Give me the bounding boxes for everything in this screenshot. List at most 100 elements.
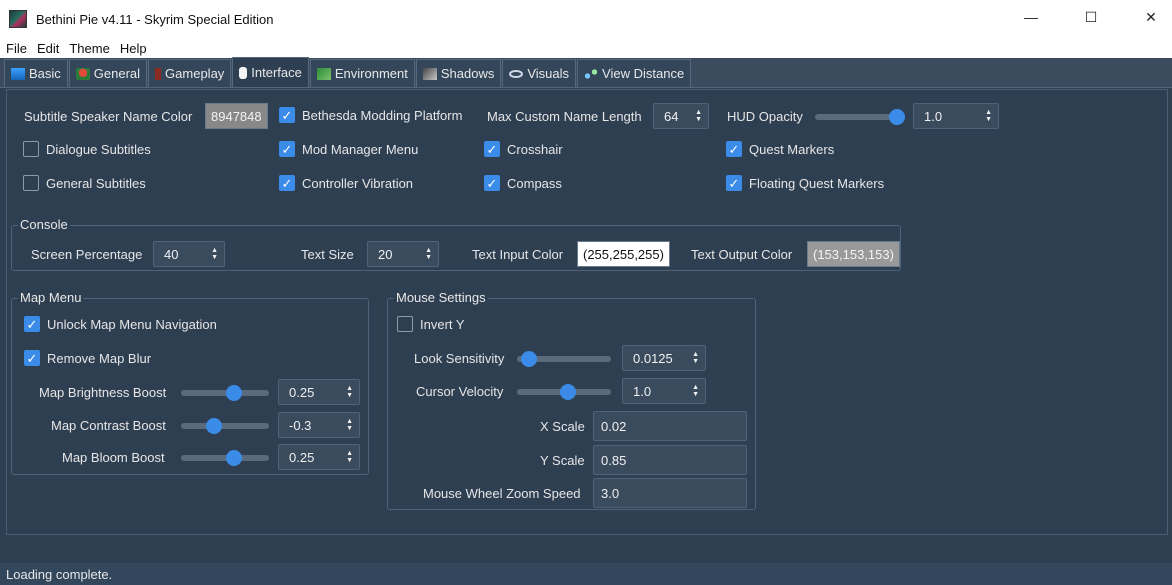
spinbox-value: 1.0 (633, 383, 652, 399)
map-brightness-spinbox[interactable]: 0.25 ▲ ▼ (278, 379, 360, 405)
slider-handle[interactable] (206, 418, 223, 434)
window-controls: — ☐ ✕ (1012, 0, 1172, 38)
menu-theme[interactable]: Theme (69, 41, 109, 56)
tab-label: Visuals (527, 66, 570, 81)
spin-arrows-icon[interactable]: ▲ ▼ (346, 450, 353, 464)
map-menu-group: Map Menu ✓ Unlock Map Menu Navigation ✓ … (11, 290, 369, 475)
text-input-color-swatch[interactable]: (255,255,255) (577, 241, 670, 267)
spin-arrows-icon[interactable]: ▲ ▼ (985, 109, 992, 123)
tab-label: General (93, 66, 141, 81)
general-icon (75, 67, 90, 80)
menu-edit[interactable]: Edit (37, 41, 59, 56)
tab-basic[interactable]: Basic (4, 59, 68, 87)
console-group: Console Screen Percentage 40 ▲ ▼ Text Siz… (11, 217, 901, 271)
subtitle-color-swatch[interactable]: 8947848 (205, 103, 268, 129)
tab-label: Interface (251, 65, 302, 80)
spin-arrows-icon[interactable]: ▲ ▼ (692, 384, 699, 398)
slider-handle[interactable] (226, 385, 243, 401)
checkbox-label: Crosshair (507, 141, 563, 157)
unlock-map-nav-checkbox[interactable]: ✓ Unlock Map Menu Navigation (24, 316, 217, 332)
spin-arrows-icon[interactable]: ▲ ▼ (211, 247, 218, 261)
spin-arrows-icon[interactable]: ▲ ▼ (346, 385, 353, 399)
tab-gameplay[interactable]: Gameplay (148, 59, 232, 87)
slider-handle[interactable] (520, 351, 537, 367)
remove-map-blur-checkbox[interactable]: ✓ Remove Map Blur (24, 350, 151, 366)
menu-file[interactable]: File (6, 41, 27, 56)
controller-vibration-checkbox[interactable]: ✓ Controller Vibration (279, 175, 413, 191)
y-scale-input[interactable]: 0.85 (593, 445, 747, 475)
checkbox-label: Unlock Map Menu Navigation (47, 316, 217, 332)
hud-opacity-spinbox[interactable]: 1.0 ▲ ▼ (913, 103, 999, 129)
quest-markers-checkbox[interactable]: ✓ Quest Markers (726, 141, 834, 157)
general-subtitles-checkbox[interactable]: General Subtitles (23, 175, 146, 191)
spinbox-value: -0.3 (289, 417, 312, 433)
look-sensitivity-label: Look Sensitivity (414, 351, 505, 366)
map-brightness-label: Map Brightness Boost (39, 385, 167, 400)
crosshair-checkbox[interactable]: ✓ Crosshair (484, 141, 563, 157)
minimize-icon[interactable]: — (1012, 0, 1050, 34)
floating-quest-markers-checkbox[interactable]: ✓ Floating Quest Markers (726, 175, 884, 191)
tab-bar: Basic General Gameplay Interface Environ… (0, 57, 1172, 88)
checkbox-label: Floating Quest Markers (749, 175, 885, 191)
checkbox-label: Mod Manager Menu (302, 141, 419, 157)
dialogue-subtitles-checkbox[interactable]: Dialogue Subtitles (23, 141, 151, 157)
tab-label: Basic (29, 66, 61, 81)
mouse-settings-group: Mouse Settings Invert Y Look Sensitivity… (387, 290, 756, 510)
wheel-zoom-input[interactable]: 3.0 (593, 478, 747, 508)
hud-opacity-slider[interactable] (815, 109, 905, 125)
map-bloom-slider[interactable] (181, 450, 269, 466)
checkbox-check-icon: ✓ (726, 141, 742, 157)
spin-arrows-icon[interactable]: ▲ ▼ (692, 351, 699, 365)
spin-arrows-icon[interactable]: ▲ ▼ (425, 247, 432, 261)
slider-handle[interactable] (226, 450, 243, 466)
spinbox-value: 64 (664, 108, 679, 124)
text-output-color-swatch[interactable]: (153,153,153) (807, 241, 900, 267)
title-bar: Bethini Pie v4.11 - Skyrim Special Editi… (0, 0, 1172, 38)
close-icon[interactable]: ✕ (1132, 0, 1170, 34)
maximize-icon[interactable]: ☐ (1072, 0, 1110, 34)
spinbox-value: 1.0 (924, 108, 943, 124)
spin-arrows-icon[interactable]: ▲ ▼ (695, 109, 702, 123)
gameplay-icon (155, 67, 162, 80)
tab-visuals[interactable]: Visuals (502, 59, 577, 87)
basic-icon (11, 67, 25, 80)
bethesda-modding-checkbox[interactable]: ✓ Bethesda Modding Platform (279, 107, 462, 123)
map-contrast-slider[interactable] (181, 418, 269, 434)
map-bloom-spinbox[interactable]: 0.25 ▲ ▼ (278, 444, 360, 470)
tab-view-distance[interactable]: View Distance (577, 59, 692, 87)
checkbox-label: Dialogue Subtitles (46, 141, 151, 157)
tab-general[interactable]: General (68, 59, 148, 87)
interface-icon (239, 66, 248, 79)
wheel-zoom-label: Mouse Wheel Zoom Speed (423, 486, 581, 501)
menu-help[interactable]: Help (120, 41, 147, 56)
tab-environment[interactable]: Environment (309, 59, 415, 87)
text-size-spinbox[interactable]: 20 ▲ ▼ (367, 241, 439, 267)
checkbox-label: Quest Markers (749, 141, 835, 157)
invert-y-checkbox[interactable]: Invert Y (397, 316, 465, 332)
screen-percentage-spinbox[interactable]: 40 ▲ ▼ (153, 241, 225, 267)
tab-label: Environment (334, 66, 408, 81)
slider-handle[interactable] (559, 384, 576, 400)
spin-arrows-icon[interactable]: ▲ ▼ (346, 418, 353, 432)
spinbox-value: 0.0125 (633, 350, 673, 366)
look-sensitivity-slider[interactable] (517, 351, 611, 367)
cursor-velocity-slider[interactable] (517, 384, 611, 400)
slider-handle[interactable] (889, 109, 905, 125)
cursor-velocity-spinbox[interactable]: 1.0 ▲ ▼ (622, 378, 706, 404)
map-brightness-slider[interactable] (181, 385, 269, 401)
checkbox-label: Remove Map Blur (47, 350, 152, 366)
x-scale-input[interactable]: 0.02 (593, 411, 747, 441)
checkbox-label: Bethesda Modding Platform (302, 107, 463, 123)
checkbox-check-icon: ✓ (484, 175, 500, 191)
tab-label: Shadows (440, 66, 495, 81)
mod-manager-menu-checkbox[interactable]: ✓ Mod Manager Menu (279, 141, 418, 157)
tab-shadows[interactable]: Shadows (415, 59, 502, 87)
tab-interface[interactable]: Interface (232, 57, 309, 87)
status-text: Loading complete. (6, 566, 113, 582)
compass-checkbox[interactable]: ✓ Compass (484, 175, 562, 191)
map-contrast-spinbox[interactable]: -0.3 ▲ ▼ (278, 412, 360, 438)
max-name-length-spinbox[interactable]: 64 ▲ ▼ (653, 103, 709, 129)
look-sensitivity-spinbox[interactable]: 0.0125 ▲ ▼ (622, 345, 706, 371)
y-scale-label: Y Scale (540, 453, 585, 468)
checkbox-check-icon: ✓ (279, 107, 295, 123)
